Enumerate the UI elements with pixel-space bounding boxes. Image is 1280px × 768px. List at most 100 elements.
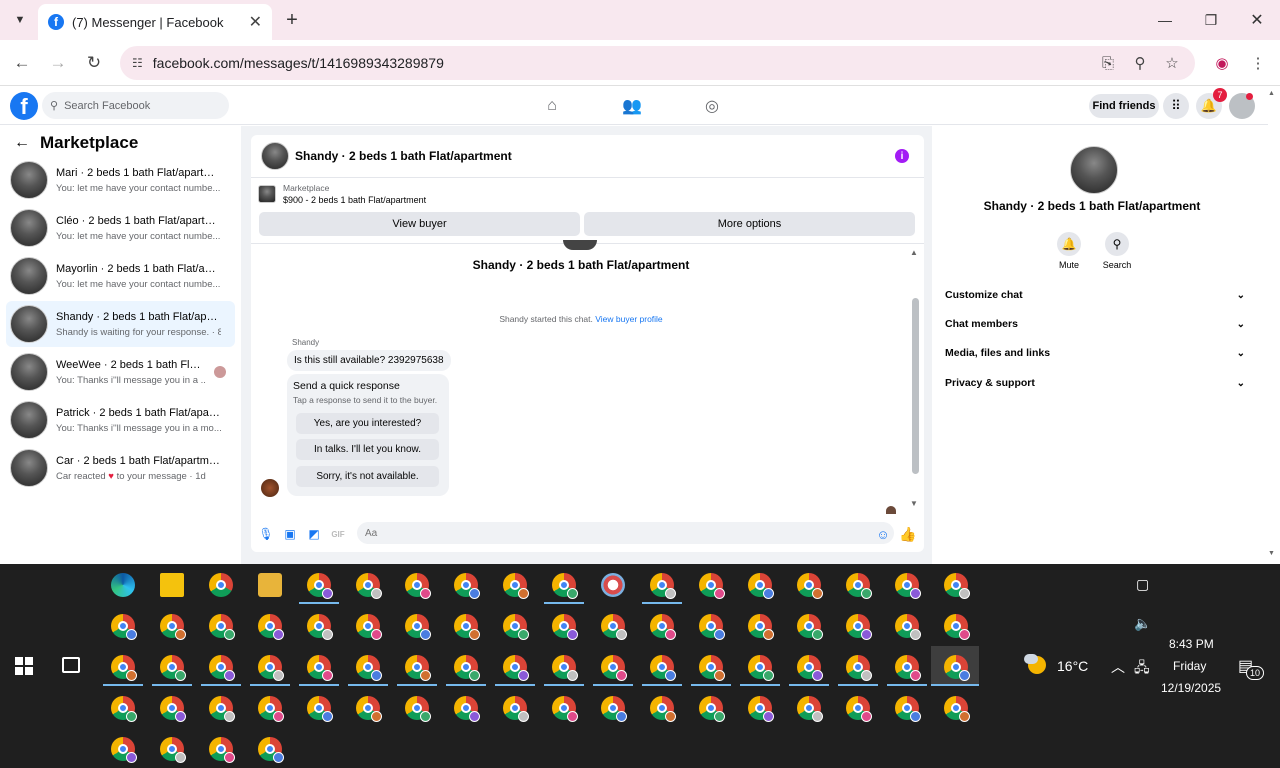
chrome-icon[interactable] xyxy=(209,614,235,640)
message-bubble[interactable]: Is this still available? 2392975638 xyxy=(287,350,451,371)
chrome-icon[interactable] xyxy=(258,696,284,722)
chrome-icon[interactable] xyxy=(552,573,578,599)
weather-icon[interactable] xyxy=(1024,654,1048,676)
chrome-icon[interactable] xyxy=(846,655,872,681)
chrome-icon[interactable] xyxy=(503,614,529,640)
chrome-icon[interactable] xyxy=(209,737,235,763)
page-scroll-down-icon[interactable]: ▼ xyxy=(1268,550,1275,557)
sticker-icon[interactable]: ◩ xyxy=(306,526,322,542)
chrome-icon[interactable] xyxy=(797,614,823,640)
chrome-icon[interactable] xyxy=(601,696,627,722)
chrome-icon[interactable] xyxy=(307,696,333,722)
chrome-icon[interactable] xyxy=(552,655,578,681)
message-input[interactable] xyxy=(357,522,894,544)
chrome-icon[interactable] xyxy=(846,573,872,599)
chrome-icon[interactable] xyxy=(748,573,774,599)
chrome-icon[interactable] xyxy=(846,614,872,640)
chrome-icon[interactable] xyxy=(307,614,333,640)
like-thumb-icon[interactable]: 👍 xyxy=(899,526,916,542)
chrome-icon[interactable] xyxy=(111,696,137,722)
reload-button[interactable]: ↻ xyxy=(82,51,106,75)
chrome-icon[interactable] xyxy=(356,696,382,722)
back-arrow-icon[interactable]: ← xyxy=(14,134,30,152)
conversation-item[interactable]: Mayorlin · 2 beds 1 bath Flat/apart... Yo… xyxy=(6,253,235,299)
home-icon[interactable]: ⌂ xyxy=(542,96,562,116)
chrome-icon[interactable] xyxy=(650,573,676,599)
quick-reply-button[interactable]: Yes, are you interested? xyxy=(296,413,439,434)
quick-reply-button[interactable]: In talks. I'll let you know. xyxy=(296,439,439,460)
view-buyer-profile-link[interactable]: View buyer profile xyxy=(595,314,662,324)
chrome-icon[interactable] xyxy=(307,573,333,599)
chrome-icon[interactable] xyxy=(454,614,480,640)
chrome-icon[interactable] xyxy=(209,696,235,722)
task-view-icon[interactable] xyxy=(62,657,80,673)
conversation-item[interactable]: Patrick · 2 beds 1 bath Flat/apartm... Yo… xyxy=(6,397,235,443)
menu-icon[interactable]: ⋮ xyxy=(1248,53,1268,73)
chrome-icon[interactable] xyxy=(699,655,725,681)
chrome-icon[interactable] xyxy=(895,573,921,599)
weather-temp[interactable]: 16°C xyxy=(1057,658,1088,674)
chrome-icon[interactable] xyxy=(454,573,480,599)
chrome-icon[interactable] xyxy=(552,696,578,722)
page-scroll-up-icon[interactable]: ▲ xyxy=(1268,90,1275,97)
new-tab-button[interactable]: + xyxy=(282,9,302,31)
view-buyer-button[interactable]: View buyer xyxy=(259,212,580,236)
volume-icon[interactable]: 🔈 xyxy=(1134,615,1151,632)
emoji-icon[interactable]: ☺ xyxy=(875,526,891,542)
privacy-support-row[interactable]: Privacy & support ⌄ xyxy=(945,373,1245,393)
chrome-icon[interactable] xyxy=(503,696,529,722)
chrome-icon[interactable] xyxy=(552,614,578,640)
chrome-icon[interactable] xyxy=(209,573,233,597)
chrome-icon[interactable] xyxy=(797,696,823,722)
media-files-row[interactable]: Media, files and links ⌄ xyxy=(945,343,1245,363)
conversation-item-active[interactable]: Shandy · 2 beds 1 bath Flat/apart... Shan… xyxy=(6,301,235,347)
chrome-icon[interactable] xyxy=(895,696,921,722)
chrome-icon[interactable] xyxy=(797,655,823,681)
chrome-icon[interactable] xyxy=(307,655,333,681)
network-icon[interactable]: 🖧 xyxy=(1134,657,1150,681)
conversation-item[interactable]: Car · 2 beds 1 bath Flat/apartment Car r… xyxy=(6,445,235,491)
chrome-icon[interactable] xyxy=(356,655,382,681)
page-scrollbar[interactable] xyxy=(1268,87,1280,564)
microphone-icon[interactable]: 🎙 xyxy=(258,526,274,542)
chrome-icon[interactable] xyxy=(601,655,627,681)
chrome-icon[interactable] xyxy=(944,573,970,599)
chrome-icon[interactable] xyxy=(650,696,676,722)
find-friends-button[interactable]: Find friends xyxy=(1089,94,1159,118)
restore-button[interactable]: ❐ xyxy=(1196,8,1226,32)
customize-chat-row[interactable]: Customize chat ⌄ xyxy=(945,285,1245,305)
search-action[interactable]: ⚲ Search xyxy=(1097,232,1137,270)
conversation-item[interactable]: WeeWee · 2 beds 1 bath Flat/ap... You: Th… xyxy=(6,349,235,395)
chrome-icon[interactable] xyxy=(209,655,235,681)
chat-scrollbar[interactable] xyxy=(912,298,919,474)
chrome-icon[interactable] xyxy=(258,737,284,763)
chrome-icon[interactable] xyxy=(748,696,774,722)
scroll-down-icon[interactable]: ▼ xyxy=(910,499,918,508)
start-windows-icon[interactable] xyxy=(15,657,33,675)
scroll-up-icon[interactable]: ▲ xyxy=(910,248,918,257)
chrome-icon[interactable] xyxy=(258,614,284,640)
clock-time[interactable]: 8:43 PM xyxy=(1169,637,1214,651)
listing-summary[interactable]: Marketplace $900 - 2 beds 1 bath Flat/ap… xyxy=(258,183,426,205)
tab-search-icon[interactable]: ▼ xyxy=(10,10,30,30)
chrome-icon[interactable] xyxy=(503,573,529,599)
chrome-icon[interactable] xyxy=(748,614,774,640)
chrome-icon[interactable] xyxy=(846,696,872,722)
zoom-icon[interactable]: ⚲ xyxy=(1130,53,1150,73)
chrome-icon[interactable] xyxy=(944,614,970,640)
chrome-icon[interactable] xyxy=(944,696,970,722)
chrome-icon[interactable] xyxy=(405,573,431,599)
edge-icon[interactable] xyxy=(111,573,135,597)
chrome-icon[interactable] xyxy=(699,573,725,599)
chrome-icon[interactable] xyxy=(601,614,627,640)
chrome-icon[interactable] xyxy=(650,655,676,681)
chrome-icon[interactable] xyxy=(160,614,186,640)
groups-icon[interactable]: ◎ xyxy=(702,96,722,116)
profile-icon[interactable]: ◉ xyxy=(1212,53,1232,73)
chrome-icon[interactable] xyxy=(111,614,137,640)
close-tab-icon[interactable]: ✕ xyxy=(249,12,262,32)
sticky-notes-icon[interactable] xyxy=(160,573,184,597)
chrome-icon[interactable] xyxy=(699,614,725,640)
quick-reply-button[interactable]: Sorry, it's not available. xyxy=(296,466,439,487)
chrome-icon[interactable] xyxy=(748,655,774,681)
